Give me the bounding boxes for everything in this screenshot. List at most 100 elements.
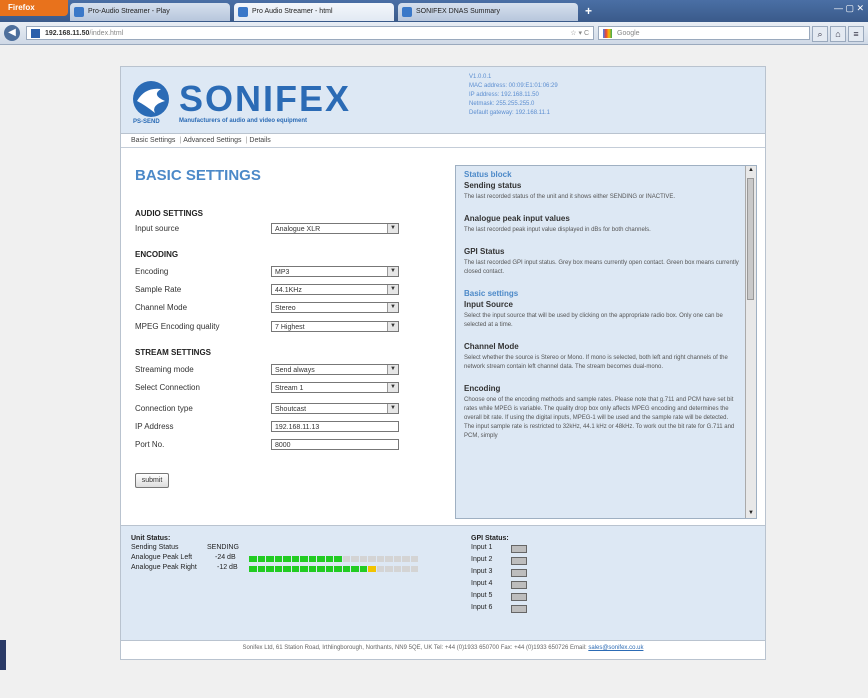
firefox-menu-button[interactable]: Firefox [0, 0, 68, 16]
help-title: Encoding [464, 384, 501, 393]
meter-segment [385, 556, 393, 562]
peak-right-meter [249, 566, 419, 572]
url-path: /index.html [89, 30, 124, 37]
meter-segment [291, 556, 299, 562]
select-connection-select[interactable]: Stream 1 ▼ [271, 382, 399, 393]
unit-status-title: Unit Status: [131, 535, 171, 542]
meter-segment [283, 566, 291, 572]
ip-address-input[interactable]: 192.168.11.13 [271, 421, 399, 432]
scrollbar-thumb[interactable] [747, 178, 754, 300]
streaming-mode-value: Send always [275, 367, 315, 374]
site-identity-icon [31, 29, 40, 38]
help-scrollbar[interactable]: ▲ ▼ [745, 166, 756, 518]
window-controls[interactable]: — ▢ ✕ [834, 3, 864, 14]
gpi-input-label: Input 4 [471, 580, 493, 587]
browser-tab-2[interactable]: Pro Audio Streamer - html [234, 3, 394, 21]
nav-advanced-settings[interactable]: Advanced Settings [183, 137, 241, 144]
help-text: The last recorded peak input value displ… [464, 227, 651, 233]
streaming-mode-select[interactable]: Send always ▼ [271, 364, 399, 375]
meter-segment [393, 566, 401, 572]
channel-mode-select[interactable]: Stereo ▼ [271, 302, 399, 313]
meter-segment [351, 566, 359, 572]
meter-segment [249, 556, 257, 562]
port-label: Port No. [135, 440, 165, 449]
help-text: Select the input source that will be use… [464, 313, 723, 328]
meter-segment [317, 556, 325, 562]
browser-tab-1[interactable]: Pro-Audio Streamer - Play [70, 3, 230, 21]
port-input[interactable]: 8000 [271, 439, 399, 450]
chevron-down-icon: ▼ [387, 303, 398, 312]
scroll-up-icon[interactable]: ▲ [746, 166, 756, 175]
search-bar[interactable]: Google [598, 26, 810, 40]
chevron-down-icon: ▼ [387, 267, 398, 276]
chevron-down-icon: ▼ [387, 322, 398, 331]
meter-segment [308, 556, 316, 562]
new-tab-button[interactable]: + [585, 4, 592, 18]
peak-left-meter [249, 556, 419, 562]
device-version: V1.0.0.1 [469, 74, 492, 80]
peak-right-value: -12 dB [217, 564, 238, 571]
favicon-icon [74, 7, 84, 17]
audio-settings-heading: AUDIO SETTINGS [135, 209, 204, 218]
mpeg-quality-select[interactable]: 7 Highest ▼ [271, 321, 399, 332]
nav-basic-settings[interactable]: Basic Settings [131, 137, 175, 144]
submit-button[interactable]: submit [135, 473, 169, 488]
meter-segment [325, 556, 333, 562]
help-panel[interactable]: Status block Sending status The last rec… [455, 165, 757, 519]
help-heading-status: Status block [464, 170, 512, 179]
encoding-value: MP3 [275, 269, 290, 276]
gpi-indicator [511, 545, 527, 553]
stream-settings-heading: STREAM SETTINGS [135, 348, 212, 357]
home-icon[interactable]: ⌂ [830, 26, 846, 42]
scroll-down-icon[interactable]: ▼ [746, 509, 756, 518]
url-bar[interactable]: 192.168.11.50/index.html ☆ ▾ C [26, 26, 594, 40]
device-netmask: Netmask: 255.255.255.0 [469, 101, 535, 107]
help-text: The last recorded GPI input status. Grey… [464, 260, 739, 275]
channel-mode-value: Stereo [275, 305, 296, 312]
footer-email-link[interactable]: sales@sonifex.co.uk [588, 645, 643, 651]
chevron-down-icon: ▼ [387, 365, 398, 374]
meter-segment [376, 566, 384, 572]
back-arrow-icon[interactable]: ◀ [4, 25, 20, 41]
search-icon[interactable]: ⌕ [812, 26, 828, 42]
meter-segment [410, 556, 418, 562]
browser-tab-label: SONIFEX DNAS Summary [416, 8, 501, 15]
browser-tab-3[interactable]: SONIFEX DNAS Summary [398, 3, 578, 21]
connection-type-select[interactable]: Shoutcast ▼ [271, 403, 399, 414]
nav-details[interactable]: Details [249, 137, 270, 144]
meter-segment [359, 556, 367, 562]
page-container: SONIFEX PS-SEND Manufacturers of audio a… [120, 66, 766, 660]
gpi-input-label: Input 6 [471, 604, 493, 611]
chevron-down-icon: ▼ [387, 383, 398, 392]
streaming-mode-label: Streaming mode [135, 365, 194, 374]
meter-segment [274, 566, 282, 572]
device-gateway: Default gateway: 192.168.11.1 [469, 110, 550, 116]
gpi-indicator [511, 581, 527, 589]
sending-status-label: Sending Status [131, 544, 179, 551]
chevron-down-icon: ▼ [387, 404, 398, 413]
page-footer: Sonifex Ltd, 61 Station Road, Irthlingbo… [121, 645, 765, 651]
peak-right-label: Analogue Peak Right [131, 564, 197, 571]
help-title: GPI Status [464, 247, 505, 256]
sample-rate-select[interactable]: 44.1KHz ▼ [271, 284, 399, 295]
bookmark-star-icon[interactable]: ☆ ▾ C [570, 27, 589, 41]
input-source-value: Analogue XLR [275, 226, 321, 233]
menu-icon[interactable]: ≡ [848, 26, 864, 42]
meter-segment [283, 556, 291, 562]
gpi-status-title: GPI Status: [471, 535, 509, 542]
meter-segment [385, 566, 393, 572]
meter-segment [266, 556, 274, 562]
help-heading-basic: Basic settings [464, 289, 519, 298]
browser-nav-bar: ◀ 192.168.11.50/index.html ☆ ▾ C Google … [0, 22, 868, 45]
gpi-indicator [511, 605, 527, 613]
help-title: Sending status [464, 181, 522, 190]
encoding-select[interactable]: MP3 ▼ [271, 266, 399, 277]
gpi-indicator [511, 593, 527, 601]
input-source-select[interactable]: Analogue XLR ▼ [271, 223, 399, 234]
help-text: Select whether the source is Stereo or M… [464, 355, 728, 370]
favicon-icon [238, 7, 248, 17]
url-host: 192.168.11.50 [45, 30, 90, 37]
search-placeholder: Google [617, 30, 640, 37]
meter-segment [300, 566, 308, 572]
meter-segment [342, 556, 350, 562]
